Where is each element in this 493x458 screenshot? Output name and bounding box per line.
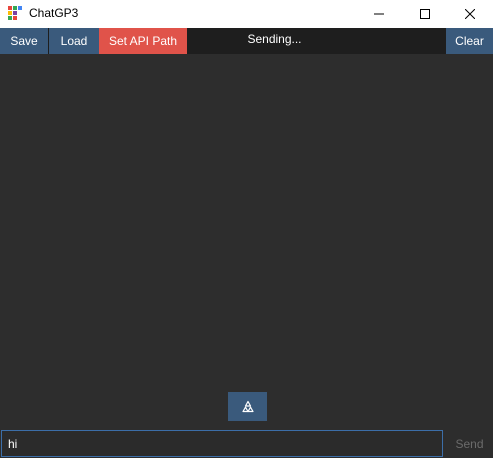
chat-history[interactable]	[0, 54, 493, 426]
close-icon	[465, 9, 475, 19]
close-button[interactable]	[447, 0, 493, 28]
app-logo-icon	[8, 6, 22, 20]
maximize-icon	[420, 9, 430, 19]
message-input[interactable]	[1, 430, 443, 457]
title-bar: ChatGP3	[0, 0, 493, 28]
load-button[interactable]: Load	[49, 28, 99, 54]
maximize-button[interactable]	[402, 0, 448, 28]
clear-button[interactable]: Clear	[446, 28, 493, 54]
save-button[interactable]: Save	[0, 28, 48, 54]
send-button[interactable]: Send	[446, 430, 493, 457]
minimize-icon	[374, 13, 384, 15]
toolbar: Save Load Set API Path Sending... Clear	[0, 28, 493, 54]
window-title: ChatGP3	[29, 6, 79, 20]
recycle-icon	[241, 400, 254, 412]
app-window: ChatGP3 Save Load Set API Path Sending..…	[0, 0, 493, 458]
regenerate-button[interactable]	[228, 392, 267, 421]
status-label: Sending...	[247, 32, 302, 46]
input-row: Send	[0, 427, 493, 458]
set-api-path-button[interactable]: Set API Path	[99, 28, 187, 54]
minimize-button[interactable]	[356, 0, 402, 28]
